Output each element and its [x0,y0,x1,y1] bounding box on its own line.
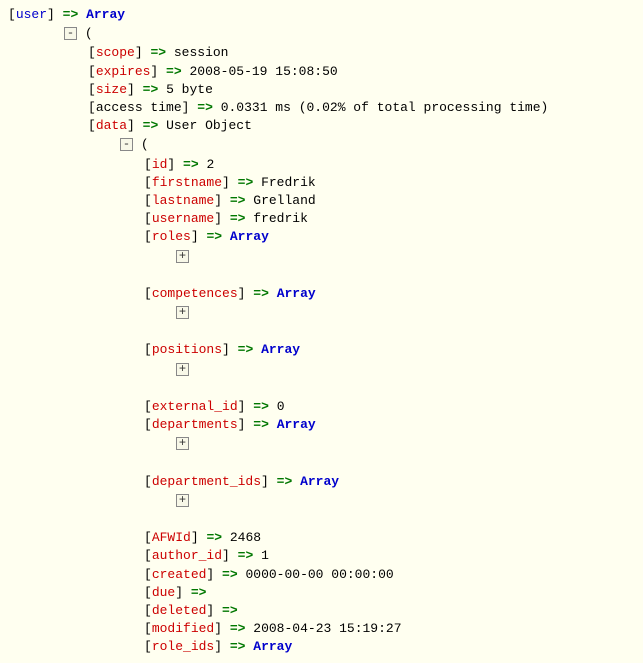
value-size: 5 byte [166,82,213,97]
key-username: username [152,211,214,226]
arrow: => [63,7,79,22]
toggle-row-department-ids: + [8,492,635,510]
key-created: created [152,567,207,582]
value-username: fredrik [253,211,308,226]
row-afwid: [AFWId] => 2468 [8,529,635,547]
row-lastname: [lastname] => Grelland [8,192,635,210]
key-expires: expires [96,64,151,79]
expand-button[interactable]: + [176,363,189,376]
type-array: Array [230,229,269,244]
toggle-row-departments: + [8,435,635,453]
value-scope: session [174,45,229,60]
type-array: Array [277,417,316,432]
key-id: id [152,157,168,172]
toggle-row-positions: + [8,361,635,379]
key-role-ids: role_ids [152,639,214,654]
bracket-close: ] [47,7,55,22]
row-data: [data] => User Object [8,117,635,135]
row-modified: [modified] => 2008-04-23 15:19:27 [8,620,635,638]
row-positions: [positions] => Array [8,341,635,359]
collapse-button[interactable]: - [120,138,133,151]
key-firstname: firstname [152,175,222,190]
type-array: Array [300,474,339,489]
key-deleted: deleted [152,603,207,618]
expand-button[interactable]: + [176,306,189,319]
key-lastname: lastname [152,193,214,208]
row-department-ids: [department_ids] => Array [8,473,635,491]
value-afwid: 2468 [230,530,261,545]
row-firstname: [firstname] => Fredrik [8,174,635,192]
row-author-id: [author_id] => 1 [8,547,635,565]
toggle-row-data: - ( [8,136,635,154]
value-lastname: Grelland [253,193,315,208]
key-author-id: author_id [152,548,222,563]
toggle-row-competences: + [8,304,635,322]
key-due: due [152,585,175,600]
value-access-time: 0.0331 ms (0.02% of total processing tim… [221,100,549,115]
row-departments: [departments] => Array [8,416,635,434]
row-id: [id] => 2 [8,156,635,174]
row-due: [due] => [8,584,635,602]
key-data: data [96,118,127,133]
expand-button[interactable]: + [176,250,189,263]
row-username: [username] => fredrik [8,210,635,228]
row-role-ids: [role_ids] => Array [8,638,635,656]
toggle-row-roles: + [8,247,635,265]
value-expires: 2008-05-19 15:08:50 [189,64,337,79]
bracket-open: [ [8,7,16,22]
key-modified: modified [152,621,214,636]
row-size: [size] => 5 byte [8,81,635,99]
key-access-time: access time [96,100,182,115]
row-competences: [competences] => Array [8,285,635,303]
key-positions: positions [152,342,222,357]
expand-button[interactable]: + [176,437,189,450]
node-user: [user] => Array [8,6,635,24]
value-modified: 2008-04-23 15:19:27 [253,621,401,636]
key-department-ids: department_ids [152,474,261,489]
open-paren: ( [85,26,93,41]
key-afwid: AFWId [152,530,191,545]
key-competences: competences [152,286,238,301]
key-scope: scope [96,45,135,60]
type-array: Array [261,342,300,357]
key-roles: roles [152,229,191,244]
type-array: Array [86,7,125,22]
row-created: [created] => 0000-00-00 00:00:00 [8,566,635,584]
open-paren: ( [141,137,149,152]
value-id: 2 [206,157,214,172]
expand-button[interactable]: + [176,494,189,507]
value-firstname: Fredrik [261,175,316,190]
type-array: Array [253,639,292,654]
value-data: User Object [166,118,252,133]
key-size: size [96,82,127,97]
row-external-id: [external_id] => 0 [8,398,635,416]
value-external-id: 0 [277,399,285,414]
row-roles: [roles] => Array [8,228,635,246]
row-expires: [expires] => 2008-05-19 15:08:50 [8,63,635,81]
key-user: user [16,7,47,22]
row-access-time: [access time] => 0.0331 ms (0.02% of tot… [8,99,635,117]
row-deleted: [deleted] => [8,602,635,620]
toggle-row-user: - ( [8,25,635,43]
row-scope: [scope] => session [8,44,635,62]
value-created: 0000-00-00 00:00:00 [245,567,393,582]
value-author-id: 1 [261,548,269,563]
key-external-id: external_id [152,399,238,414]
type-array: Array [277,286,316,301]
collapse-button[interactable]: - [64,27,77,40]
key-departments: departments [152,417,238,432]
